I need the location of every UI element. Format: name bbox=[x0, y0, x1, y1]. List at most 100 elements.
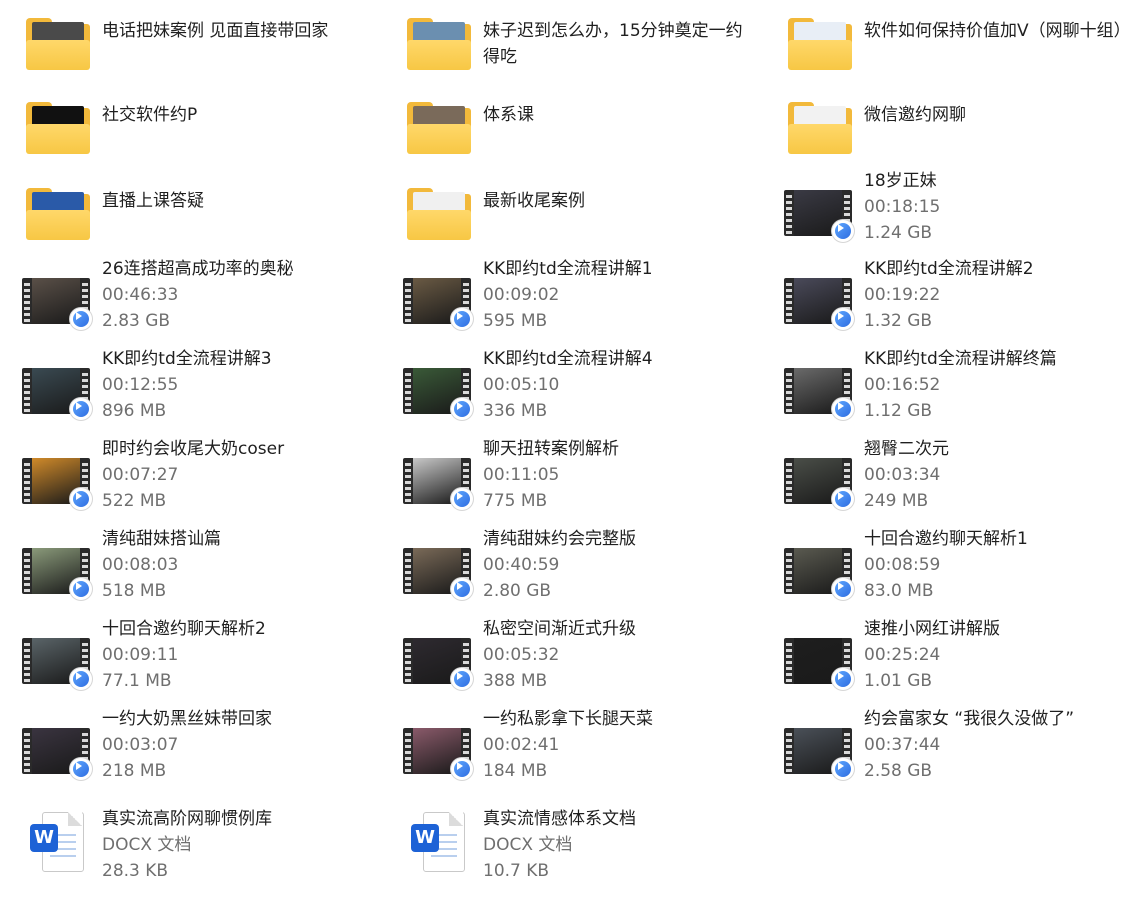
video-file-item[interactable]: 十回合邀约聊天解析2 00:09:11 77.1 MB bbox=[0, 618, 370, 702]
video-icon bbox=[403, 720, 473, 780]
file-size: 2.58 GB bbox=[864, 761, 933, 781]
folder-item[interactable]: 最新收尾案例 bbox=[381, 170, 751, 254]
video-icon bbox=[784, 720, 854, 780]
video-file-item[interactable]: KK即约td全流程讲解2 00:19:22 1.32 GB bbox=[762, 258, 1132, 342]
file-name: 翘臀二次元 bbox=[864, 439, 949, 459]
file-size: 522 MB bbox=[102, 491, 167, 511]
file-name: 真实流高阶网聊惯例库 bbox=[102, 809, 272, 829]
file-size: 518 MB bbox=[102, 581, 167, 601]
video-file-item[interactable]: 清纯甜妹搭讪篇 00:08:03 518 MB bbox=[0, 528, 370, 612]
video-file-item[interactable]: 聊天扭转案例解析 00:11:05 775 MB bbox=[381, 438, 751, 522]
player-badge-icon bbox=[451, 668, 473, 690]
folder-item[interactable]: 体系课 bbox=[381, 84, 751, 168]
file-size: 388 MB bbox=[483, 671, 548, 691]
file-info: 最新收尾案例 bbox=[483, 188, 743, 214]
folder-item[interactable]: 直播上课答疑 bbox=[0, 170, 370, 254]
file-name: 电话把妹案例 见面直接带回家 bbox=[102, 21, 329, 41]
document-file-item[interactable]: W 真实流情感体系文档 DOCX 文档 10.7 KB bbox=[381, 798, 751, 882]
file-name: 妹子迟到怎么办，15分钟奠定一约得吃 bbox=[483, 21, 743, 67]
video-icon bbox=[22, 630, 92, 690]
player-badge-icon bbox=[451, 758, 473, 780]
video-icon bbox=[22, 720, 92, 780]
video-duration: 00:03:34 bbox=[864, 465, 941, 485]
document-file-item[interactable]: W 真实流高阶网聊惯例库 DOCX 文档 28.3 KB bbox=[0, 798, 370, 882]
player-badge-icon bbox=[451, 398, 473, 420]
file-name: 清纯甜妹约会完整版 bbox=[483, 529, 636, 549]
file-name: 直播上课答疑 bbox=[102, 191, 204, 211]
video-duration: 00:16:52 bbox=[864, 375, 941, 395]
video-file-item[interactable]: 清纯甜妹约会完整版 00:40:59 2.80 GB bbox=[381, 528, 751, 612]
player-badge-icon bbox=[832, 758, 854, 780]
video-duration: 00:12:55 bbox=[102, 375, 179, 395]
video-icon bbox=[784, 630, 854, 690]
player-badge-icon bbox=[70, 758, 92, 780]
file-info: 清纯甜妹搭讪篇 00:08:03 518 MB bbox=[102, 526, 362, 604]
file-name: 速推小网红讲解版 bbox=[864, 619, 1000, 639]
video-file-item[interactable]: 私密空间渐近式升级 00:05:32 388 MB bbox=[381, 618, 751, 702]
file-size: 249 MB bbox=[864, 491, 929, 511]
player-badge-icon bbox=[451, 488, 473, 510]
video-file-item[interactable]: KK即约td全流程讲解1 00:09:02 595 MB bbox=[381, 258, 751, 342]
file-info: 真实流高阶网聊惯例库 DOCX 文档 28.3 KB bbox=[102, 806, 362, 884]
video-file-item[interactable]: KK即约td全流程讲解终篇 00:16:52 1.12 GB bbox=[762, 348, 1132, 432]
file-info: 约会富家女 “我很久没做了” 00:37:44 2.58 GB bbox=[864, 706, 1124, 784]
video-duration: 00:08:03 bbox=[102, 555, 179, 575]
file-info: 翘臀二次元 00:03:34 249 MB bbox=[864, 436, 1124, 514]
video-file-item[interactable]: KK即约td全流程讲解3 00:12:55 896 MB bbox=[0, 348, 370, 432]
video-duration: 00:18:15 bbox=[864, 197, 941, 217]
folder-item[interactable]: 社交软件约P bbox=[0, 84, 370, 168]
video-icon bbox=[784, 360, 854, 420]
folder-icon bbox=[22, 182, 92, 242]
file-name: 社交软件约P bbox=[102, 105, 198, 125]
folder-item[interactable]: 微信邀约网聊 bbox=[762, 84, 1132, 168]
file-name: 体系课 bbox=[483, 105, 534, 125]
file-grid: 电话把妹案例 见面直接带回家 妹子迟到怎么办，15分钟奠定一约得吃 软件如何保持价值… bbox=[0, 0, 1146, 912]
video-file-item[interactable]: KK即约td全流程讲解4 00:05:10 336 MB bbox=[381, 348, 751, 432]
video-file-item[interactable]: 十回合邀约聊天解析1 00:08:59 83.0 MB bbox=[762, 528, 1132, 612]
file-size: 218 MB bbox=[102, 761, 167, 781]
folder-item[interactable]: 电话把妹案例 见面直接带回家 bbox=[0, 0, 370, 84]
file-name: 聊天扭转案例解析 bbox=[483, 439, 619, 459]
file-info: 一约私影拿下长腿天菜 00:02:41 184 MB bbox=[483, 706, 743, 784]
video-file-item[interactable]: 即时约会收尾大奶coser 00:07:27 522 MB bbox=[0, 438, 370, 522]
file-info: 软件如何保持价值加V（网聊十组） bbox=[864, 18, 1131, 44]
folder-item[interactable]: 软件如何保持价值加V（网聊十组） bbox=[762, 0, 1132, 84]
file-name: KK即约td全流程讲解终篇 bbox=[864, 349, 1057, 369]
folder-icon bbox=[403, 12, 473, 72]
file-name: 微信邀约网聊 bbox=[864, 105, 966, 125]
player-badge-icon bbox=[832, 668, 854, 690]
file-info: 一约大奶黑丝妹带回家 00:03:07 218 MB bbox=[102, 706, 362, 784]
video-file-item[interactable]: 一约私影拿下长腿天菜 00:02:41 184 MB bbox=[381, 708, 751, 792]
file-name: KK即约td全流程讲解4 bbox=[483, 349, 653, 369]
video-duration: 00:40:59 bbox=[483, 555, 560, 575]
video-file-item[interactable]: 翘臀二次元 00:03:34 249 MB bbox=[762, 438, 1132, 522]
file-type: DOCX 文档 bbox=[102, 835, 192, 855]
video-duration: 00:11:05 bbox=[483, 465, 560, 485]
file-name: 十回合邀约聊天解析1 bbox=[864, 529, 1028, 549]
video-file-item[interactable]: 一约大奶黑丝妹带回家 00:03:07 218 MB bbox=[0, 708, 370, 792]
folder-item[interactable]: 妹子迟到怎么办，15分钟奠定一约得吃 bbox=[381, 0, 751, 84]
file-name: 私密空间渐近式升级 bbox=[483, 619, 636, 639]
video-icon bbox=[403, 540, 473, 600]
video-file-item[interactable]: 18岁正妹 00:18:15 1.24 GB bbox=[762, 170, 1132, 254]
file-size: 2.80 GB bbox=[483, 581, 552, 601]
file-type: DOCX 文档 bbox=[483, 835, 573, 855]
player-badge-icon bbox=[70, 668, 92, 690]
word-doc-icon: W bbox=[22, 810, 92, 872]
file-name: 软件如何保持价值加V（网聊十组） bbox=[864, 21, 1131, 41]
player-badge-icon bbox=[832, 398, 854, 420]
file-name: KK即约td全流程讲解1 bbox=[483, 259, 653, 279]
video-icon bbox=[784, 270, 854, 330]
video-duration: 00:19:22 bbox=[864, 285, 941, 305]
video-duration: 00:03:07 bbox=[102, 735, 179, 755]
video-file-item[interactable]: 速推小网红讲解版 00:25:24 1.01 GB bbox=[762, 618, 1132, 702]
video-file-item[interactable]: 约会富家女 “我很久没做了” 00:37:44 2.58 GB bbox=[762, 708, 1132, 792]
file-info: 电话把妹案例 见面直接带回家 bbox=[102, 18, 362, 44]
video-file-item[interactable]: 26连搭超高成功率的奥秘 00:46:33 2.83 GB bbox=[0, 258, 370, 342]
file-name: 十回合邀约聊天解析2 bbox=[102, 619, 266, 639]
file-info: 社交软件约P bbox=[102, 102, 362, 128]
file-name: KK即约td全流程讲解3 bbox=[102, 349, 272, 369]
file-size: 10.7 KB bbox=[483, 861, 550, 881]
folder-icon bbox=[784, 96, 854, 156]
word-badge: W bbox=[30, 824, 58, 852]
